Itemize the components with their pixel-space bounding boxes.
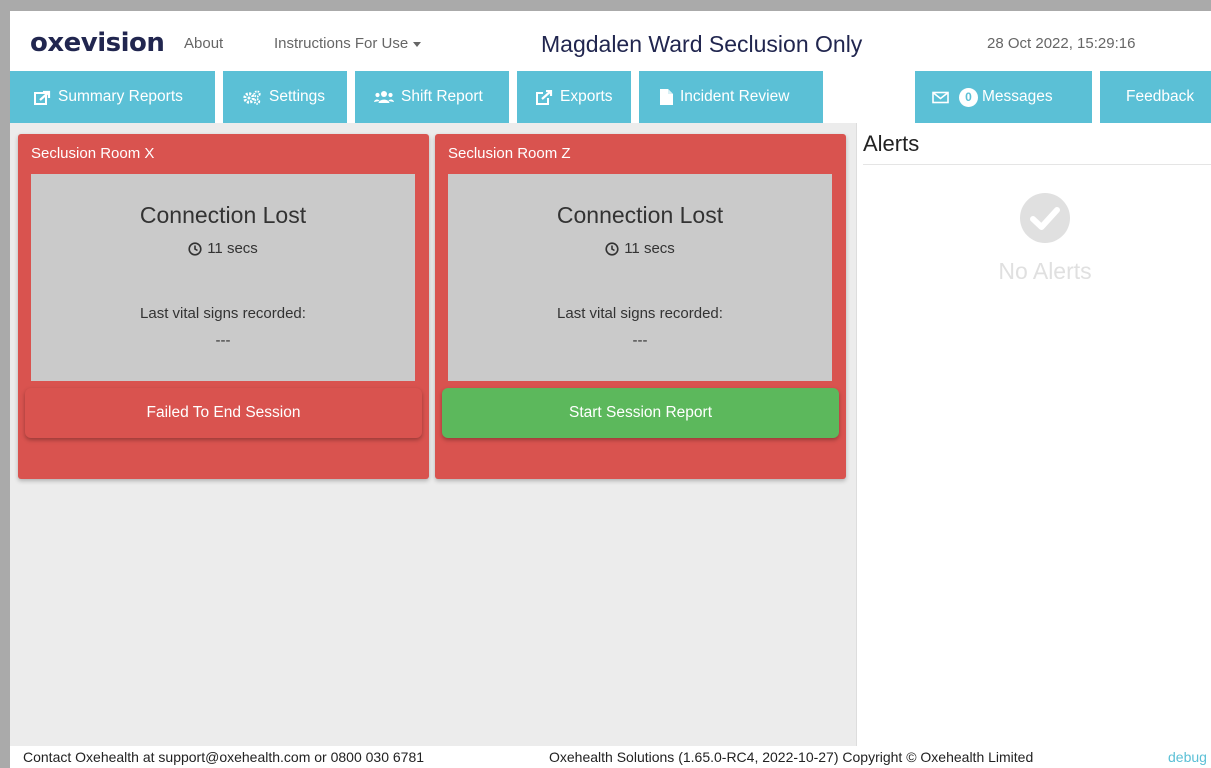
alerts-panel: Alerts No Alerts — [856, 123, 1211, 746]
nav-settings-label: Settings — [269, 88, 326, 105]
app-logo[interactable]: oxevision — [30, 28, 165, 58]
nav-messages[interactable]: 0 Messages — [932, 71, 1053, 123]
nav-shift-report[interactable]: Shift Report — [374, 71, 483, 123]
nav-messages-label: Messages — [982, 88, 1053, 105]
nav-bar: Summary Reports Settings Shift Report Ex… — [10, 71, 1211, 123]
nav-feedback-label: Feedback — [1126, 88, 1195, 105]
vitals-label: Last vital signs recorded: — [557, 305, 723, 322]
elapsed-time: 11 secs — [31, 240, 415, 257]
vitals-value: --- — [632, 332, 648, 349]
external-link-icon — [536, 89, 553, 105]
current-datetime: 28 Oct 2022, 15:29:16 — [987, 35, 1136, 52]
window-left-border — [0, 11, 10, 768]
no-alerts-message: No Alerts — [998, 258, 1092, 284]
connection-status: Connection Lost — [556, 202, 724, 228]
debug-link[interactable]: debug — [1168, 749, 1207, 765]
check-circle-icon — [1020, 193, 1070, 243]
users-icon — [374, 91, 394, 103]
connection-status: Connection Lost — [139, 202, 307, 228]
share-icon — [34, 90, 51, 105]
contact-info: Contact Oxehealth at support@oxehealth.c… — [23, 749, 425, 765]
copyright-info: Oxehealth Solutions (1.65.0-RC4, 2022-10… — [549, 749, 1034, 765]
room-name: Seclusion Room Z — [448, 145, 571, 162]
room-status-panel[interactable]: Connection Lost 11 secs Last vital signs… — [448, 174, 832, 381]
nav-shift-report-label: Shift Report — [401, 88, 483, 105]
footer: Contact Oxehealth at support@oxehealth.c… — [10, 746, 1211, 768]
messages-count-badge: 0 — [959, 87, 978, 107]
alerts-divider — [863, 164, 1211, 165]
clock-icon — [188, 241, 202, 256]
elapsed-time-value: 11 secs — [207, 240, 258, 257]
vitals-label: Last vital signs recorded: — [140, 305, 306, 322]
nav-feedback[interactable]: Feedback — [1126, 71, 1194, 123]
about-link[interactable]: About — [184, 35, 223, 52]
gears-icon — [243, 89, 261, 105]
nav-separator — [347, 71, 355, 123]
nav-separator — [509, 71, 517, 123]
clock-icon — [605, 241, 619, 256]
nav-summary-reports[interactable]: Summary Reports — [34, 71, 183, 123]
nav-exports-label: Exports — [560, 88, 613, 105]
nav-summary-reports-label: Summary Reports — [58, 88, 183, 105]
room-status-panel[interactable]: Connection Lost 11 secs Last vital signs… — [31, 174, 415, 381]
nav-separator — [1092, 71, 1100, 123]
ward-title: Magdalen Ward Seclusion Only — [541, 31, 863, 57]
instructions-dropdown[interactable]: Instructions For Use — [274, 35, 422, 52]
rooms-area: Seclusion Room X Connection Lost 11 secs… — [10, 123, 856, 746]
nav-settings[interactable]: Settings — [242, 71, 325, 123]
window-top-border — [0, 0, 1211, 11]
file-icon — [660, 89, 673, 105]
failed-to-end-session-button[interactable]: Failed To End Session — [25, 388, 422, 438]
envelope-icon — [932, 91, 949, 103]
room-name: Seclusion Room X — [31, 145, 155, 162]
vitals-value: --- — [215, 332, 231, 349]
instructions-label: Instructions For Use — [274, 35, 409, 52]
nav-separator — [215, 71, 223, 123]
nav-separator — [631, 71, 639, 123]
room-card: Seclusion Room Z Connection Lost 11 secs… — [435, 134, 846, 479]
caret-down-icon — [413, 41, 422, 47]
header: oxevision About Instructions For Use Mag… — [10, 11, 1211, 71]
nav-incident-review[interactable]: Incident Review — [660, 71, 789, 123]
elapsed-time-value: 11 secs — [624, 240, 675, 257]
nav-blank-slot — [823, 71, 915, 123]
nav-exports[interactable]: Exports — [536, 71, 613, 123]
app-window: oxevision About Instructions For Use Mag… — [0, 0, 1211, 768]
nav-incident-review-label: Incident Review — [680, 88, 790, 105]
alerts-title: Alerts — [863, 131, 920, 156]
elapsed-time: 11 secs — [448, 240, 832, 257]
start-session-report-button[interactable]: Start Session Report — [442, 388, 839, 438]
room-card: Seclusion Room X Connection Lost 11 secs… — [18, 134, 429, 479]
